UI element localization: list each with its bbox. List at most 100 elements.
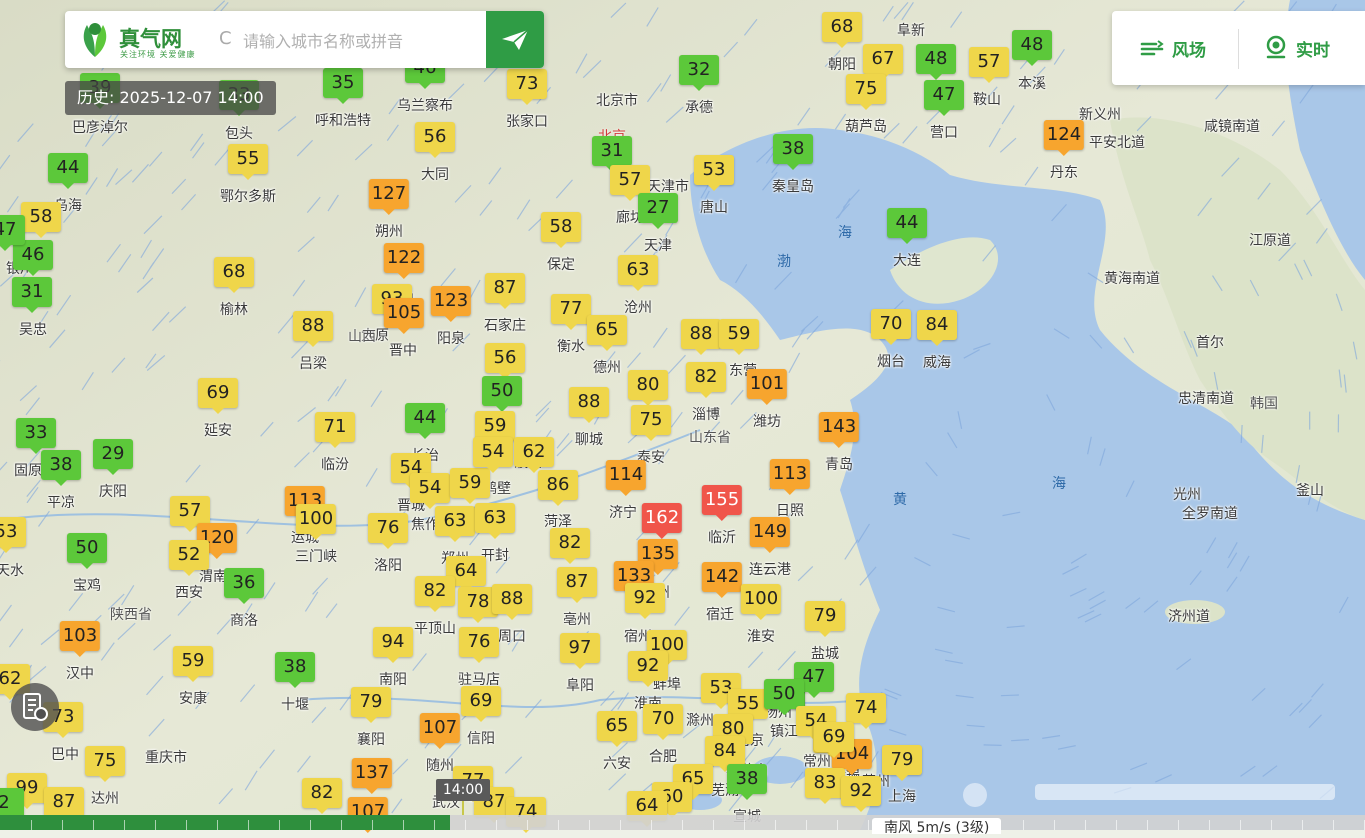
aqi-marker[interactable]: 57 bbox=[170, 496, 210, 526]
aqi-marker[interactable]: 76 bbox=[368, 513, 408, 543]
aqi-marker[interactable]: 58 bbox=[541, 212, 581, 242]
aqi-marker[interactable]: 87 bbox=[557, 567, 597, 597]
aqi-marker[interactable]: 87 bbox=[44, 787, 84, 817]
aqi-marker[interactable]: 50 bbox=[764, 679, 804, 709]
aqi-marker[interactable]: 122 bbox=[384, 243, 424, 273]
aqi-marker[interactable]: 103 bbox=[60, 621, 100, 651]
aqi-marker[interactable]: 142 bbox=[702, 562, 742, 592]
aqi-marker[interactable]: 69 bbox=[814, 722, 854, 752]
aqi-marker[interactable]: 88 bbox=[492, 584, 532, 614]
aqi-marker[interactable]: 84 bbox=[705, 736, 745, 766]
aqi-marker[interactable]: 68 bbox=[822, 12, 862, 42]
aqi-marker[interactable]: 50 bbox=[67, 533, 107, 563]
aqi-marker[interactable]: 58 bbox=[21, 202, 61, 232]
aqi-marker[interactable]: 101 bbox=[747, 369, 787, 399]
aqi-marker[interactable]: 29 bbox=[93, 439, 133, 469]
aqi-marker[interactable]: 31 bbox=[592, 136, 632, 166]
time-handle[interactable]: 14:00 bbox=[436, 779, 490, 801]
aqi-marker[interactable]: 35 bbox=[323, 68, 363, 98]
wind-field-button[interactable]: 风场 bbox=[1140, 11, 1206, 85]
aqi-marker[interactable]: 62 bbox=[514, 437, 554, 467]
aqi-marker[interactable]: 113 bbox=[770, 459, 810, 489]
aqi-marker[interactable]: 48 bbox=[1012, 30, 1052, 60]
aqi-marker[interactable]: 114 bbox=[606, 460, 646, 490]
aqi-marker[interactable]: 162 bbox=[642, 503, 682, 533]
aqi-marker[interactable]: 63 bbox=[618, 255, 658, 285]
aqi-marker[interactable]: 75 bbox=[631, 405, 671, 435]
aqi-marker[interactable]: 100 bbox=[296, 504, 336, 534]
aqi-marker[interactable]: 32 bbox=[679, 55, 719, 85]
aqi-marker[interactable]: 79 bbox=[882, 745, 922, 775]
aqi-marker[interactable]: 59 bbox=[450, 468, 490, 498]
aqi-marker[interactable]: 75 bbox=[85, 746, 125, 776]
aqi-marker[interactable]: 137 bbox=[352, 758, 392, 788]
aqi-marker[interactable]: 83 bbox=[805, 768, 845, 798]
aqi-marker[interactable]: 55 bbox=[228, 144, 268, 174]
aqi-marker[interactable]: 79 bbox=[805, 601, 845, 631]
aqi-marker[interactable]: 52 bbox=[169, 540, 209, 570]
aqi-marker[interactable]: 79 bbox=[351, 687, 391, 717]
aqi-marker[interactable]: 69 bbox=[198, 378, 238, 408]
aqi-marker[interactable]: 2 bbox=[0, 788, 24, 818]
aqi-marker[interactable]: 59 bbox=[173, 646, 213, 676]
aqi-marker[interactable]: 65 bbox=[597, 711, 637, 741]
realtime-button[interactable]: 实时 bbox=[1264, 11, 1330, 85]
aqi-marker[interactable]: 47 bbox=[0, 215, 25, 245]
aqi-marker[interactable]: 57 bbox=[610, 165, 650, 195]
aqi-marker[interactable]: 80 bbox=[628, 370, 668, 400]
aqi-marker[interactable]: 63 bbox=[435, 506, 475, 536]
aqi-marker[interactable]: 69 bbox=[461, 686, 501, 716]
aqi-marker[interactable]: 38 bbox=[773, 134, 813, 164]
aqi-marker[interactable]: 57 bbox=[969, 47, 1009, 77]
aqi-marker[interactable]: 76 bbox=[459, 627, 499, 657]
aqi-marker[interactable]: 92 bbox=[841, 776, 881, 806]
aqi-marker[interactable]: 75 bbox=[846, 74, 886, 104]
aqi-marker[interactable]: 88 bbox=[681, 319, 721, 349]
aqi-marker[interactable]: 27 bbox=[638, 193, 678, 223]
aqi-marker[interactable]: 88 bbox=[293, 311, 333, 341]
aqi-marker[interactable]: 73 bbox=[507, 69, 547, 99]
aqi-marker[interactable]: 88 bbox=[569, 387, 609, 417]
aqi-marker[interactable]: 92 bbox=[625, 583, 665, 613]
aqi-marker[interactable]: 47 bbox=[924, 80, 964, 110]
aqi-marker[interactable]: 44 bbox=[405, 403, 445, 433]
aqi-marker[interactable]: 82 bbox=[686, 362, 726, 392]
history-tool-button[interactable] bbox=[11, 683, 59, 731]
aqi-marker[interactable]: 71 bbox=[315, 412, 355, 442]
aqi-marker[interactable]: 124 bbox=[1044, 120, 1084, 150]
aqi-marker[interactable]: 54 bbox=[410, 473, 450, 503]
aqi-marker[interactable]: 68 bbox=[214, 257, 254, 287]
aqi-marker[interactable]: 56 bbox=[415, 122, 455, 152]
aqi-marker[interactable]: 65 bbox=[587, 315, 627, 345]
aqi-marker[interactable]: 82 bbox=[302, 778, 342, 808]
aqi-marker[interactable]: 107 bbox=[420, 713, 460, 743]
aqi-marker[interactable]: 63 bbox=[475, 503, 515, 533]
aqi-marker[interactable]: 82 bbox=[415, 576, 455, 606]
aqi-marker[interactable]: 143 bbox=[819, 412, 859, 442]
aqi-marker[interactable]: 149 bbox=[750, 517, 790, 547]
search-button[interactable] bbox=[486, 11, 544, 68]
aqi-marker[interactable]: 38 bbox=[41, 450, 81, 480]
aqi-marker[interactable]: 38 bbox=[727, 764, 767, 794]
aqi-marker[interactable]: 155 bbox=[702, 485, 742, 515]
aqi-marker[interactable]: 70 bbox=[871, 309, 911, 339]
aqi-marker[interactable]: 44 bbox=[48, 153, 88, 183]
aqi-marker[interactable]: 53 bbox=[694, 155, 734, 185]
timeline-bar[interactable] bbox=[0, 815, 1365, 830]
aqi-marker[interactable]: 70 bbox=[643, 704, 683, 734]
site-logo[interactable]: 真气网 关注环境 关爱健康 bbox=[77, 19, 207, 61]
aqi-marker[interactable]: 36 bbox=[224, 568, 264, 598]
aqi-marker[interactable]: 31 bbox=[12, 277, 52, 307]
aqi-marker[interactable]: 33 bbox=[16, 418, 56, 448]
aqi-marker[interactable]: 105 bbox=[384, 298, 424, 328]
aqi-marker[interactable]: 38 bbox=[275, 652, 315, 682]
aqi-marker[interactable]: 94 bbox=[373, 627, 413, 657]
aqi-marker[interactable]: 92 bbox=[628, 651, 668, 681]
aqi-marker[interactable]: 50 bbox=[482, 376, 522, 406]
aqi-marker[interactable]: 59 bbox=[719, 319, 759, 349]
aqi-marker[interactable]: 48 bbox=[916, 44, 956, 74]
aqi-marker[interactable]: 56 bbox=[485, 343, 525, 373]
aqi-marker[interactable]: 82 bbox=[550, 528, 590, 558]
aqi-marker[interactable]: 127 bbox=[369, 179, 409, 209]
aqi-marker[interactable]: 77 bbox=[551, 294, 591, 324]
